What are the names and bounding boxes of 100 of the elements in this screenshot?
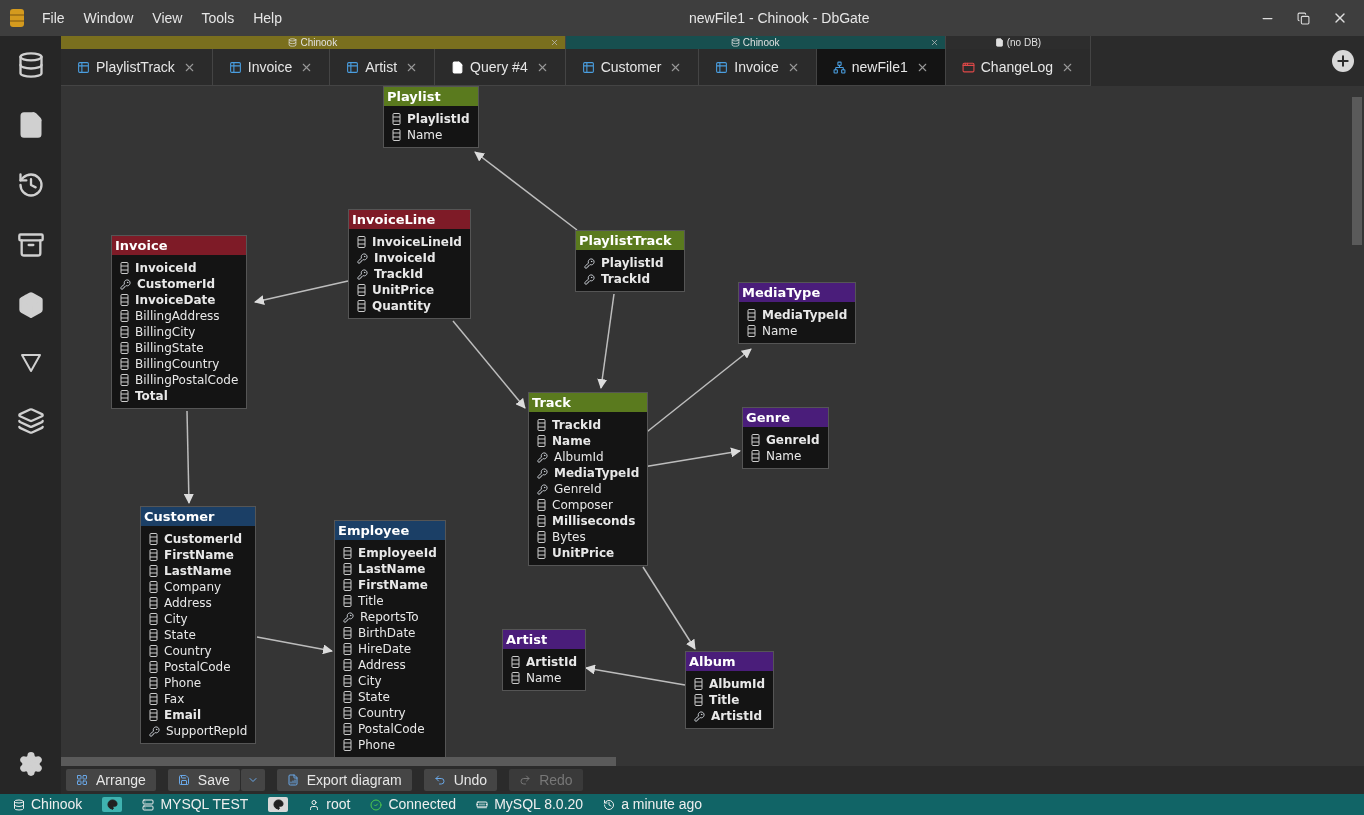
column-name: City bbox=[358, 673, 382, 689]
column-icon bbox=[511, 656, 520, 668]
tab[interactable]: Customer bbox=[565, 49, 700, 86]
table-card[interactable]: Artist ArtistId Name bbox=[502, 629, 586, 691]
toolbar-button[interactable]: Save bbox=[167, 769, 240, 791]
restore-icon[interactable] bbox=[1297, 11, 1310, 25]
database-icon bbox=[13, 798, 25, 811]
key-icon bbox=[357, 252, 368, 264]
menu-item[interactable]: Help bbox=[253, 7, 282, 29]
column-name: Phone bbox=[358, 737, 396, 753]
column-icon bbox=[149, 533, 158, 545]
column-name: PostalCode bbox=[358, 721, 425, 737]
column-name: BillingState bbox=[135, 340, 204, 356]
column-name: HireDate bbox=[358, 641, 412, 657]
file-icon bbox=[451, 60, 465, 74]
database-icon[interactable] bbox=[16, 51, 45, 79]
column-name: Title bbox=[358, 593, 384, 609]
column-name: GenreId bbox=[766, 432, 820, 448]
settings-icon[interactable] bbox=[17, 751, 44, 777]
table-card[interactable]: MediaType MediaTypeId Name bbox=[738, 282, 857, 344]
triangle-icon[interactable] bbox=[18, 351, 43, 375]
plus-icon bbox=[1335, 53, 1351, 69]
column-name: FirstName bbox=[164, 547, 234, 563]
table-card[interactable]: Album AlbumId Title ArtistId bbox=[685, 651, 775, 729]
column-name: CustomerId bbox=[137, 276, 216, 292]
column-icon bbox=[149, 565, 158, 577]
column-name: BillingPostalCode bbox=[135, 372, 239, 388]
table-card[interactable]: Invoice InvoiceId CustomerId InvoiceDate BillingAddress BillingCity BillingState BillingCountry BillingPostalCode Total bbox=[111, 235, 248, 409]
column-name: Fax bbox=[164, 691, 185, 707]
dropdown-button[interactable] bbox=[240, 769, 265, 791]
column-icon bbox=[751, 434, 760, 446]
tab[interactable]: Invoice bbox=[699, 49, 817, 86]
table-card[interactable]: Employee EmployeeId LastName FirstName Title ReportsTo BirthDate HireDate Address City State Country PostalCode Phone bbox=[334, 520, 446, 758]
table-title: MediaType bbox=[739, 283, 856, 302]
menu-item[interactable]: File bbox=[42, 7, 65, 29]
close-icon[interactable] bbox=[929, 38, 939, 47]
key-icon bbox=[149, 725, 160, 737]
tab-group-label: Chinook bbox=[300, 36, 338, 49]
column-icon bbox=[149, 549, 158, 561]
status-text: MYSQL TEST bbox=[160, 795, 249, 814]
history-icon[interactable] bbox=[16, 171, 45, 199]
column-name: ArtistId bbox=[526, 654, 577, 670]
tab-label: PlaylistTrack bbox=[96, 57, 175, 77]
window-icon bbox=[961, 60, 975, 74]
column-name: UnitPrice bbox=[372, 282, 435, 298]
column-icon bbox=[511, 672, 520, 684]
column-name: ArtistId bbox=[711, 708, 762, 724]
column-name: InvoiceDate bbox=[135, 292, 216, 308]
column-icon bbox=[357, 300, 366, 312]
tab[interactable]: PlaylistTrack bbox=[61, 49, 213, 86]
toolbar-button[interactable]: Arrange bbox=[66, 769, 156, 791]
column-name: AlbumId bbox=[554, 449, 604, 465]
key-icon bbox=[537, 451, 548, 463]
tab[interactable]: Invoice bbox=[212, 49, 331, 86]
tab[interactable]: newFile1 bbox=[816, 49, 946, 86]
menu-item[interactable]: View bbox=[152, 7, 183, 29]
table-icon bbox=[346, 60, 360, 74]
column-name: City bbox=[164, 611, 188, 627]
toolbar-button[interactable]: Export diagram bbox=[276, 769, 412, 791]
tab[interactable]: Query #4 bbox=[435, 49, 566, 86]
archive-icon[interactable] bbox=[16, 231, 45, 259]
table-card[interactable]: Track TrackId Name AlbumId MediaTypeId GenreId Composer Milliseconds Bytes UnitPrice bbox=[528, 392, 649, 566]
column-name: Address bbox=[358, 657, 406, 673]
column-icon bbox=[343, 627, 352, 639]
column-icon bbox=[357, 284, 366, 296]
table-card[interactable]: PlaylistTrack PlaylistId TrackId bbox=[575, 230, 685, 292]
menu-item[interactable]: Tools bbox=[201, 7, 235, 29]
add-tab-button[interactable] bbox=[1332, 50, 1354, 72]
column-icon bbox=[537, 435, 546, 447]
database-icon bbox=[288, 38, 298, 47]
table-title: Genre bbox=[743, 408, 828, 427]
horizontal-scrollbar[interactable] bbox=[61, 757, 616, 766]
column-name: GenreId bbox=[554, 481, 602, 497]
table-card[interactable]: InvoiceLine InvoiceLineId InvoiceId TrackId UnitPrice Quantity bbox=[348, 209, 471, 319]
vertical-scrollbar[interactable] bbox=[1352, 97, 1362, 245]
column-icon bbox=[537, 499, 546, 511]
table-card[interactable]: Playlist PlaylistId Name bbox=[383, 86, 479, 148]
table-card[interactable]: Genre GenreId Name bbox=[742, 407, 829, 469]
column-icon bbox=[120, 294, 129, 306]
table-icon bbox=[715, 60, 729, 74]
table-title: Employee bbox=[335, 521, 445, 540]
table-card[interactable]: Customer CustomerId FirstName LastName Company Address City State Country PostalCode Phone Fax Email SupportRepId bbox=[140, 506, 257, 744]
column-name: BirthDate bbox=[358, 625, 416, 641]
status-text: Chinook bbox=[31, 795, 83, 814]
column-name: Quantity bbox=[372, 298, 431, 314]
layers-icon[interactable] bbox=[16, 407, 45, 435]
tab-group-label: Chinook bbox=[742, 36, 780, 49]
column-icon bbox=[149, 645, 158, 657]
column-name: Country bbox=[164, 643, 212, 659]
palette-button[interactable] bbox=[268, 797, 289, 812]
palette-button[interactable] bbox=[102, 797, 123, 812]
menu-item[interactable]: Window bbox=[83, 7, 134, 29]
column-icon bbox=[537, 547, 546, 559]
table-title: Invoice bbox=[112, 236, 247, 255]
key-icon bbox=[694, 710, 705, 722]
tab[interactable]: Artist bbox=[330, 49, 436, 86]
tab[interactable]: ChangeLog bbox=[945, 49, 1092, 86]
arrange-icon bbox=[76, 774, 88, 786]
toolbar-button[interactable]: Undo bbox=[423, 769, 498, 791]
key-icon bbox=[343, 611, 354, 623]
